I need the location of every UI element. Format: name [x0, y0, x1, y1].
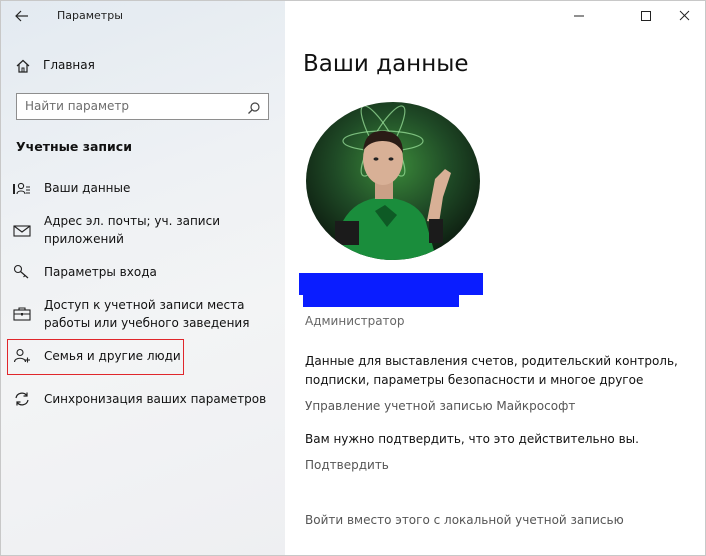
person-add-icon [13, 348, 31, 368]
back-arrow-icon[interactable] [11, 5, 33, 27]
avatar [305, 101, 481, 261]
verify-message: Вам нужно подтвердить, что это действите… [305, 432, 639, 446]
sidebar-item-label: Доступ к учетной записи места работы или… [44, 298, 250, 330]
sidebar-item-sign-in-options[interactable]: Параметры входа [11, 263, 283, 283]
sidebar-item-email-accounts[interactable]: Адрес эл. почты; уч. записи приложений [11, 212, 283, 250]
local-account-link[interactable]: Войти вместо этого с локальной учетной з… [305, 513, 624, 527]
sidebar-item-sync-settings[interactable]: Синхронизация ваших параметров [11, 390, 283, 410]
sidebar-item-label: Адрес эл. почты; уч. записи приложений [44, 214, 220, 246]
section-title: Учетные записи [16, 139, 132, 154]
page-title: Ваши данные [303, 51, 469, 77]
key-icon [13, 264, 31, 284]
settings-window: Главная Учетные записи Ваши данные Адрес… [0, 0, 706, 556]
redacted-email [303, 295, 459, 307]
sidebar-item-family-other-people[interactable]: Семья и другие люди [11, 347, 283, 367]
sidebar-item-work-school-access[interactable]: Доступ к учетной записи места работы или… [11, 296, 283, 334]
home-icon [15, 58, 31, 78]
search-box[interactable] [16, 93, 269, 120]
main-content: Ваши данные Администратор Данные для выс… [285, 1, 705, 555]
briefcase-icon [13, 306, 31, 326]
title-bar: Параметры [1, 1, 705, 31]
search-icon[interactable] [247, 100, 261, 119]
user-info-icon [13, 181, 31, 201]
close-button[interactable] [661, 1, 705, 31]
nav-home[interactable]: Главная [15, 55, 265, 77]
home-label: Главная [43, 58, 95, 72]
sidebar: Главная Учетные записи Ваши данные Адрес… [1, 1, 285, 555]
account-role: Администратор [305, 314, 405, 328]
redacted-name [299, 273, 483, 295]
sidebar-item-label: Ваши данные [44, 181, 131, 195]
sidebar-item-your-info[interactable]: Ваши данные [11, 179, 283, 199]
account-description: Данные для выставления счетов, родительс… [305, 354, 678, 387]
sidebar-item-label: Семья и другие люди [44, 349, 181, 363]
sync-icon [13, 391, 31, 411]
verify-link[interactable]: Подтвердить [305, 458, 389, 472]
mail-icon [13, 223, 31, 242]
sidebar-item-label: Параметры входа [44, 265, 157, 279]
search-input[interactable] [25, 99, 235, 113]
minimize-button[interactable] [556, 1, 602, 31]
sidebar-item-label: Синхронизация ваших параметров [44, 392, 267, 406]
window-title: Параметры [57, 9, 123, 22]
manage-microsoft-account-link[interactable]: Управление учетной записью Майкрософт [305, 399, 575, 413]
